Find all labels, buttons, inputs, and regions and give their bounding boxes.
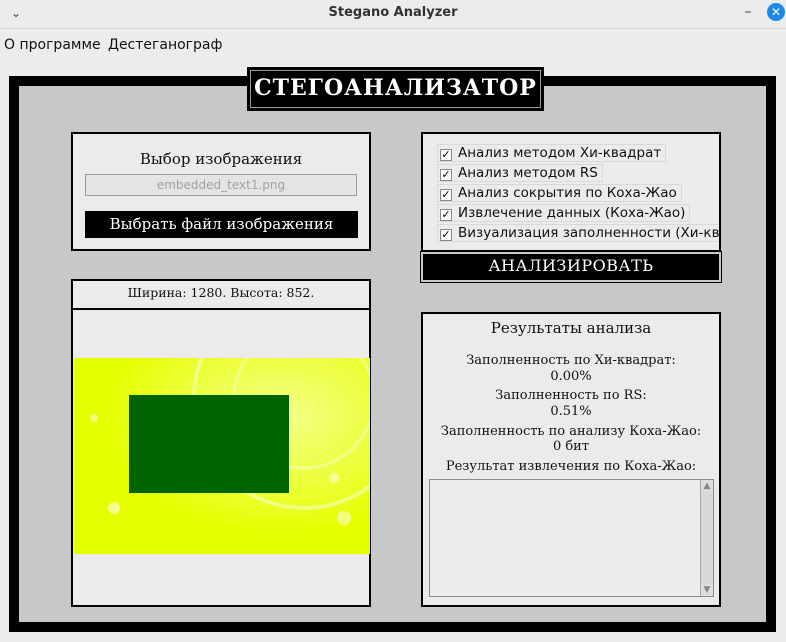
app-header-banner: СТЕГОАНАЛИЗАТОР [247,67,544,111]
menu-item-about[interactable]: О программе [4,37,101,53]
image-select-panel: Выбор изображения embedded_text1.png Выб… [71,132,371,251]
koch-zhao-fill-label: Заполненность по анализу Коха-Жао: [440,424,702,439]
hidden-data-block [129,395,289,493]
analysis-options-panel: ✓ Анализ методом Хи-квадрат ✓ Анализ метод… [421,132,721,252]
results-title: Результаты анализа [490,319,652,337]
option-chi-square[interactable]: ✓ Анализ методом Хи-квадрат [437,144,667,162]
option-koch-zhao-analysis[interactable]: ✓ Анализ сокрытия по Коха-Жао [437,184,682,202]
option-koch-zhao-extraction-label: Извлечение данных (Коха-Жао) [458,205,686,221]
extraction-result-scrollbar[interactable]: ▲ ▼ [700,480,713,596]
image-preview [74,358,370,554]
analyze-button[interactable]: АНАЛИЗИРОВАТЬ [420,251,722,283]
option-fill-visualization-label: Визуализация заполненности (Хи-ква [458,225,721,241]
extraction-result-label: Результат извлечения по Коха-Жао: [445,459,697,474]
extraction-result-textbox[interactable]: ▲ ▼ [429,479,714,597]
option-rs[interactable]: ✓ Анализ методом RS [437,164,603,182]
option-chi-square-label: Анализ методом Хи-квадрат [458,145,662,161]
image-select-title: Выбор изображения [139,150,303,168]
scroll-down-arrow-icon[interactable]: ▼ [701,584,713,596]
chi-square-fill-value: 0.00% [550,369,592,384]
chi-square-checkbox[interactable]: ✓ [440,149,452,161]
option-koch-zhao-extraction[interactable]: ✓ Извлечение данных (Коха-Жао) [437,204,691,222]
menu-item-desteganograph[interactable]: Дестеганограф [108,37,222,53]
koch-zhao-fill-value: 0 бит [552,439,590,454]
rs-fill-label: Заполненность по RS: [495,388,647,403]
fill-visualization-checkbox[interactable]: ✓ [440,229,452,241]
rs-checkbox[interactable]: ✓ [440,169,452,181]
close-button[interactable]: ✕ [767,3,785,21]
lime-slice-background-image [74,358,370,554]
selected-file-field: embedded_text1.png [85,174,357,196]
window-title: Stegano Analyzer [328,5,458,20]
image-dimensions-bar: Ширина: 1280. Высота: 852. [73,281,369,310]
app-header-title: СТЕГОАНАЛИЗАТОР [250,70,541,108]
option-fill-visualization[interactable]: ✓ Визуализация заполненности (Хи-ква [437,224,721,242]
option-koch-zhao-analysis-label: Анализ сокрытия по Коха-Жао [458,185,677,201]
menu-bar: О программе Дестеганограф [0,29,786,61]
chi-square-fill-label: Заполненность по Хи-квадрат: [466,353,676,368]
koch-zhao-analysis-checkbox[interactable]: ✓ [440,189,452,201]
option-rs-label: Анализ методом RS [458,165,598,181]
rs-fill-value: 0.51% [550,404,592,419]
scroll-up-arrow-icon[interactable]: ▲ [701,480,713,492]
title-bar: ⌄ Stegano Analyzer – ✕ [0,0,786,29]
koch-zhao-extraction-checkbox[interactable]: ✓ [440,209,452,221]
image-preview-panel: Ширина: 1280. Высота: 852. [71,279,371,607]
choose-image-file-button[interactable]: Выбрать файл изображения [85,211,358,238]
results-panel: Результаты анализа Заполненность по Хи-к… [421,312,721,607]
image-dimensions-label: Ширина: 1280. Высота: 852. [127,285,315,300]
minimize-button[interactable]: – [740,4,756,22]
